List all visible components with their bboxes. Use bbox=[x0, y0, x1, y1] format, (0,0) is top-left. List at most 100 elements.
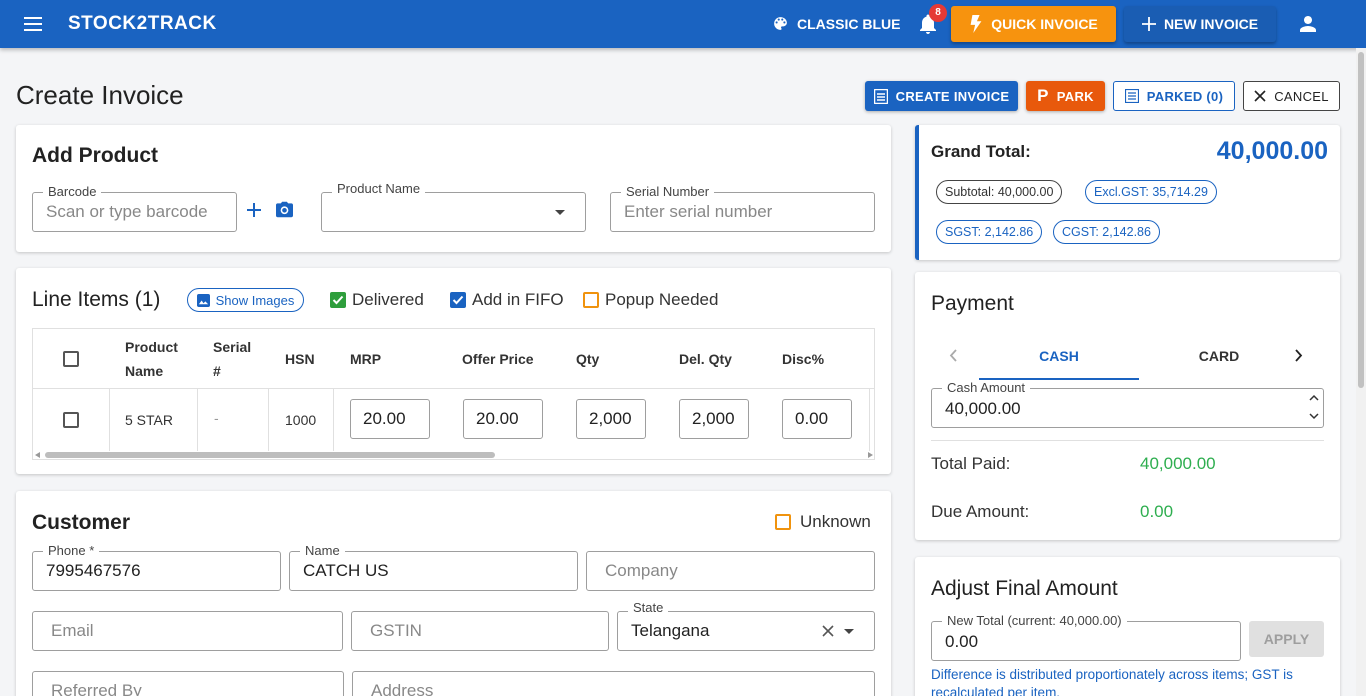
add-product-title: Add Product bbox=[32, 144, 158, 167]
fifo-checkbox[interactable] bbox=[450, 292, 466, 308]
document-icon bbox=[873, 88, 888, 104]
adjust-final-amount-title: Adjust Final Amount bbox=[931, 577, 1118, 600]
row-divider bbox=[197, 389, 198, 451]
new-invoice-button[interactable]: NEW INVOICE bbox=[1124, 6, 1276, 42]
payment-divider bbox=[931, 440, 1324, 441]
scroll-left-icon[interactable] bbox=[35, 452, 40, 458]
state-select[interactable]: State Telangana bbox=[617, 600, 875, 651]
new-total-value: 0.00 bbox=[945, 632, 979, 651]
select-all-checkbox[interactable] bbox=[63, 351, 79, 367]
account-icon[interactable] bbox=[1296, 12, 1320, 36]
referred-by-placeholder: Referred By bbox=[51, 681, 142, 696]
palette-icon bbox=[774, 17, 787, 30]
product-name-select[interactable]: Product Name bbox=[321, 181, 586, 232]
col-disc: Disc% bbox=[782, 351, 825, 367]
stepper-up-icon[interactable] bbox=[1309, 394, 1319, 401]
add-product-card: Add Product Barcode Scan or type barcode… bbox=[16, 125, 891, 252]
parked-button[interactable]: PARKED (0) bbox=[1113, 81, 1235, 111]
barcode-field[interactable]: Barcode Scan or type barcode bbox=[32, 184, 237, 232]
phone-field[interactable]: Phone * 7995467576 bbox=[32, 543, 281, 591]
fifo-label: Add in FIFO bbox=[472, 290, 564, 309]
col-offer-price: Offer Price bbox=[462, 351, 534, 367]
tab-card[interactable]: CARD bbox=[1139, 342, 1299, 380]
col-del-qty: Del. Qty bbox=[679, 351, 732, 367]
parked-label: PARKED (0) bbox=[1146, 88, 1224, 104]
payment-title: Payment bbox=[931, 292, 1014, 315]
row-del-qty-input[interactable]: 2,000 bbox=[679, 399, 749, 439]
page-scrollbar[interactable] bbox=[1356, 48, 1366, 696]
customer-title: Customer bbox=[32, 511, 131, 534]
tab-cash[interactable]: CASH bbox=[979, 342, 1139, 380]
menu-icon[interactable] bbox=[24, 14, 46, 34]
row-qty-input[interactable]: 2,000 bbox=[576, 399, 646, 439]
company-placeholder: Company bbox=[605, 561, 678, 580]
grand-total-card: Grand Total: 40,000.00 Subtotal: 40,000.… bbox=[915, 125, 1340, 260]
line-items-table: Product Name Serial # HSN MRP Offer Price … bbox=[32, 328, 875, 460]
row-disc-input[interactable]: 0.00 bbox=[782, 399, 852, 439]
unknown-checkbox[interactable] bbox=[775, 514, 791, 530]
page-title: Create Invoice bbox=[16, 80, 184, 110]
gstin-field[interactable]: GSTIN bbox=[351, 611, 609, 651]
new-total-label: New Total (current: 40,000.00) bbox=[942, 613, 1127, 628]
park-button[interactable]: P PARK bbox=[1026, 81, 1105, 111]
col-hsn: HSN bbox=[285, 351, 315, 367]
row-offer-price-input[interactable]: 20.00 bbox=[463, 399, 543, 439]
show-images-button[interactable]: Show Images bbox=[187, 288, 304, 312]
park-label: PARK bbox=[1056, 88, 1094, 104]
cash-amount-field[interactable]: Cash Amount 40,000.00 bbox=[931, 380, 1324, 428]
row-checkbox[interactable] bbox=[63, 412, 79, 428]
phone-value: 7995467576 bbox=[46, 561, 141, 580]
apply-button[interactable]: APPLY bbox=[1249, 621, 1324, 657]
tabs-scroll-left-icon[interactable] bbox=[949, 349, 957, 362]
clear-icon[interactable] bbox=[822, 625, 834, 637]
tab-cash-label: CASH bbox=[1039, 348, 1079, 364]
quick-invoice-button[interactable]: QUICK INVOICE bbox=[951, 6, 1116, 42]
new-total-field[interactable]: New Total (current: 40,000.00) 0.00 bbox=[931, 613, 1241, 661]
tabs-scroll-right-icon[interactable] bbox=[1295, 349, 1303, 362]
col-serial: Serial # bbox=[213, 335, 251, 383]
popup-needed-checkbox[interactable] bbox=[583, 292, 599, 308]
gstin-placeholder: GSTIN bbox=[370, 621, 422, 640]
scrollbar-thumb[interactable] bbox=[1358, 52, 1364, 388]
delivered-checkbox[interactable] bbox=[330, 292, 346, 308]
notification-badge: 8 bbox=[929, 4, 947, 22]
create-invoice-button[interactable]: CREATE INVOICE bbox=[865, 81, 1018, 111]
address-field[interactable]: Address bbox=[352, 671, 875, 696]
col-serial-line2: # bbox=[213, 363, 221, 379]
serial-number-field[interactable]: Serial Number Enter serial number bbox=[610, 184, 875, 232]
grand-total-value: 40,000.00 bbox=[1216, 137, 1328, 165]
scroll-right-icon[interactable] bbox=[868, 452, 873, 458]
cancel-label: CANCEL bbox=[1274, 88, 1329, 104]
add-icon[interactable] bbox=[247, 203, 261, 217]
bolt-icon bbox=[970, 15, 982, 33]
row-divider bbox=[109, 389, 110, 451]
cancel-button[interactable]: CANCEL bbox=[1243, 81, 1340, 111]
camera-icon[interactable] bbox=[275, 201, 294, 218]
grand-total-label: Grand Total: bbox=[931, 142, 1031, 161]
phone-label: Phone * bbox=[43, 543, 100, 558]
show-images-label: Show Images bbox=[215, 292, 295, 308]
line-items-title: Line Items (1) bbox=[32, 288, 161, 311]
name-field[interactable]: Name CATCH US bbox=[289, 543, 578, 591]
col-product-name-line2: Name bbox=[125, 363, 164, 379]
dropdown-arrow-icon[interactable] bbox=[844, 629, 854, 634]
col-serial-line1: Serial bbox=[213, 339, 252, 355]
line-items-card: Line Items (1) Show Images Delivered Add… bbox=[16, 268, 891, 474]
referred-by-field[interactable]: Referred By bbox=[32, 671, 344, 696]
top-app-bar: STOCK2TRACK CLASSIC BLUE 8 QUICK INVOICE… bbox=[0, 0, 1366, 48]
company-field[interactable]: Company bbox=[586, 551, 875, 591]
email-field[interactable]: Email bbox=[32, 611, 343, 651]
address-placeholder: Address bbox=[371, 681, 434, 696]
create-invoice-label: CREATE INVOICE bbox=[895, 88, 1010, 104]
stepper-down-icon[interactable] bbox=[1309, 413, 1319, 420]
list-icon bbox=[1124, 89, 1139, 103]
row-serial: - bbox=[214, 410, 219, 426]
name-value: CATCH US bbox=[303, 561, 389, 580]
theme-switcher[interactable]: CLASSIC BLUE bbox=[772, 15, 900, 32]
serial-number-placeholder: Enter serial number bbox=[624, 202, 773, 221]
table-horizontal-scrollbar[interactable] bbox=[33, 450, 874, 459]
app-brand[interactable]: STOCK2TRACK bbox=[68, 13, 217, 35]
table-scrollbar-thumb[interactable] bbox=[45, 452, 495, 458]
row-mrp-input[interactable]: 20.00 bbox=[350, 399, 430, 439]
cash-amount-value: 40,000.00 bbox=[945, 399, 1021, 418]
